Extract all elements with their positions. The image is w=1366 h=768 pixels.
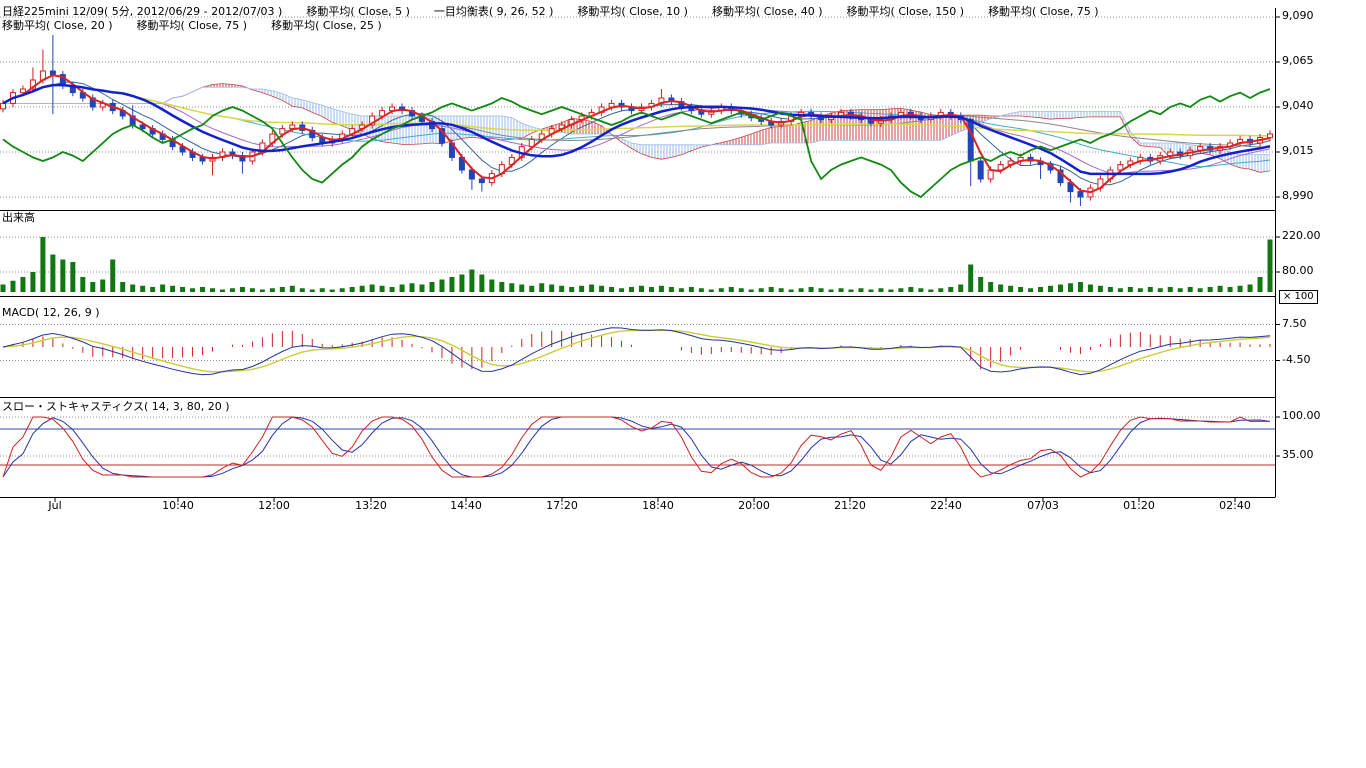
price-axis-label: 9,015 <box>1282 145 1314 157</box>
price-axis-label: 9,065 <box>1282 55 1314 67</box>
volume-axis-label: 220.00 <box>1282 230 1321 242</box>
stoch-axis-label: 100.00 <box>1282 410 1321 422</box>
chart-canvas[interactable] <box>0 0 1366 520</box>
stoch-panel-label: スロー・ストキャスティクス( 14, 3, 80, 20 ) <box>2 401 230 413</box>
volume-multiplier-box: × 100 <box>1279 290 1318 304</box>
x-axis-label: 13:20 <box>336 499 406 512</box>
x-axis-label: Jul <box>20 499 90 512</box>
macd-axis-label: -4.50 <box>1282 354 1310 366</box>
indicator-legend-ma75b[interactable]: 移動平均( Close, 75 ) <box>137 20 248 32</box>
x-axis-label: 20:00 <box>719 499 789 512</box>
header-row-1: 日経225mini 12/09( 5分, 2012/06/29 - 2012/0… <box>2 6 1099 18</box>
x-axis-label: 07/03 <box>1008 499 1078 512</box>
x-axis-label: 02:40 <box>1200 499 1270 512</box>
indicator-legend-ma20[interactable]: 移動平均( Close, 20 ) <box>2 20 113 32</box>
x-axis-label: 14:40 <box>431 499 501 512</box>
volume-panel-label: 出来高 <box>2 212 35 224</box>
indicator-legend-ma75[interactable]: 移動平均( Close, 75 ) <box>988 6 1099 18</box>
stoch-axis-label: 35.00 <box>1282 449 1314 461</box>
x-axis-label: 18:40 <box>623 499 693 512</box>
price-axis-label: 9,090 <box>1282 10 1314 22</box>
volume-axis-label: 80.00 <box>1282 265 1314 277</box>
x-axis-label: 12:00 <box>239 499 309 512</box>
x-axis-label: 21:20 <box>815 499 885 512</box>
indicator-legend-ma40[interactable]: 移動平均( Close, 40 ) <box>712 6 823 18</box>
price-axis-label: 8,990 <box>1282 190 1314 202</box>
chart-application-window: 日経225mini 12/09( 5分, 2012/06/29 - 2012/0… <box>0 0 1366 768</box>
indicator-legend-ma150[interactable]: 移動平均( Close, 150 ) <box>847 6 965 18</box>
chart-title: 日経225mini 12/09( 5分, 2012/06/29 - 2012/0… <box>2 6 282 18</box>
macd-axis-label: 7.50 <box>1282 318 1307 330</box>
header-row-2: 移動平均( Close, 20 ) 移動平均( Close, 75 ) 移動平均… <box>2 20 382 32</box>
macd-panel-label: MACD( 12, 26, 9 ) <box>2 307 100 319</box>
x-axis-label: 01:20 <box>1104 499 1174 512</box>
indicator-legend-ichimoku[interactable]: 一目均衡表( 9, 26, 52 ) <box>434 6 554 18</box>
indicator-legend-ma5[interactable]: 移動平均( Close, 5 ) <box>306 6 410 18</box>
indicator-legend-ma25[interactable]: 移動平均( Close, 25 ) <box>271 20 382 32</box>
x-axis-label: 22:40 <box>911 499 981 512</box>
price-axis-label: 9,040 <box>1282 100 1314 112</box>
indicator-legend-ma10[interactable]: 移動平均( Close, 10 ) <box>577 6 688 18</box>
x-axis-label: 17:20 <box>527 499 597 512</box>
x-axis-label: 10:40 <box>143 499 213 512</box>
